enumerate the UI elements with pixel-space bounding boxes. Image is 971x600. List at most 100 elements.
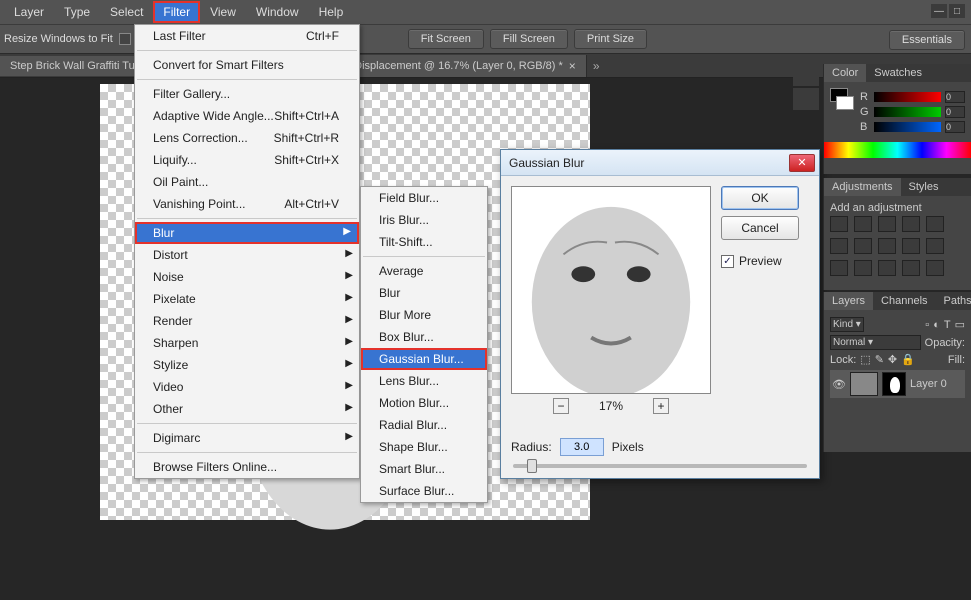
red-slider[interactable] xyxy=(874,92,941,102)
submenu-smart-blur[interactable]: Smart Blur... xyxy=(361,458,487,480)
submenu-blur-more[interactable]: Blur More xyxy=(361,304,487,326)
menu-item-lens-correction[interactable]: Lens Correction...Shift+Ctrl+R xyxy=(135,127,359,149)
adjustment-icon[interactable] xyxy=(878,216,896,232)
tab-paths[interactable]: Paths xyxy=(936,292,971,310)
adjustment-icon[interactable] xyxy=(926,216,944,232)
submenu-field-blur[interactable]: Field Blur... xyxy=(361,187,487,209)
adjustment-icon[interactable] xyxy=(854,260,872,276)
layer-mask-thumb[interactable] xyxy=(882,372,906,396)
adjustment-icon[interactable] xyxy=(902,216,920,232)
workspace-switcher[interactable]: Essentials xyxy=(889,30,965,50)
submenu-shape-blur[interactable]: Shape Blur... xyxy=(361,436,487,458)
layer-filter-icon[interactable]: ▭ xyxy=(955,318,965,331)
color-spectrum[interactable] xyxy=(824,142,971,158)
layer-filter-icon[interactable]: T xyxy=(944,319,951,331)
menu-window[interactable]: Window xyxy=(246,1,309,23)
adjustment-icon[interactable] xyxy=(926,260,944,276)
print-size-button[interactable]: Print Size xyxy=(574,29,647,49)
adjustment-icon[interactable] xyxy=(854,238,872,254)
submenu-motion-blur[interactable]: Motion Blur... xyxy=(361,392,487,414)
menu-item-other[interactable]: Other▶ xyxy=(135,398,359,420)
layer-name[interactable]: Layer 0 xyxy=(910,378,947,390)
tabs-overflow-icon[interactable]: » xyxy=(587,59,606,73)
lock-icon[interactable]: ✎ xyxy=(875,353,884,366)
submenu-iris-blur[interactable]: Iris Blur... xyxy=(361,209,487,231)
submenu-blur[interactable]: Blur xyxy=(361,282,487,304)
radius-input[interactable] xyxy=(560,438,604,456)
tab-adjustments[interactable]: Adjustments xyxy=(824,178,901,196)
menu-layer[interactable]: Layer xyxy=(4,1,54,23)
menu-item-vanishing-point[interactable]: Vanishing Point...Alt+Ctrl+V xyxy=(135,193,359,215)
adjustment-icon[interactable] xyxy=(830,238,848,254)
adjustment-icon[interactable] xyxy=(902,260,920,276)
document-tab-2[interactable]: Displacement @ 16.7% (Layer 0, RGB/8) *× xyxy=(344,55,587,77)
submenu-average[interactable]: Average xyxy=(361,260,487,282)
menu-item-last-filter[interactable]: Last FilterCtrl+F xyxy=(135,25,359,47)
tab-layers[interactable]: Layers xyxy=(824,292,873,310)
menu-item-blur[interactable]: Blur▶ xyxy=(135,222,359,244)
menu-item-digimarc[interactable]: Digimarc▶ xyxy=(135,427,359,449)
menu-item-filter-gallery[interactable]: Filter Gallery... xyxy=(135,83,359,105)
restore-icon[interactable]: □ xyxy=(949,4,965,18)
submenu-lens-blur[interactable]: Lens Blur... xyxy=(361,370,487,392)
radius-slider[interactable] xyxy=(513,464,807,468)
menu-item-stylize[interactable]: Stylize▶ xyxy=(135,354,359,376)
preview-area[interactable] xyxy=(511,186,711,394)
cancel-button[interactable]: Cancel xyxy=(721,216,799,240)
menu-item-pixelate[interactable]: Pixelate▶ xyxy=(135,288,359,310)
submenu-gaussian-blur[interactable]: Gaussian Blur... xyxy=(361,348,487,370)
dialog-close-button[interactable]: ✕ xyxy=(789,154,815,172)
zoom-in-button[interactable]: + xyxy=(653,398,669,414)
submenu-tilt-shift[interactable]: Tilt-Shift... xyxy=(361,231,487,253)
layer-thumb[interactable] xyxy=(850,372,878,396)
tab-color[interactable]: Color xyxy=(824,64,866,82)
adjustment-icon[interactable] xyxy=(902,238,920,254)
menu-item-sharpen[interactable]: Sharpen▶ xyxy=(135,332,359,354)
layer-filter-icon[interactable]: ◐ xyxy=(933,319,940,331)
layer-filter-kind[interactable]: Kind ▾ xyxy=(830,317,864,332)
zoom-checkbox[interactable] xyxy=(119,33,131,45)
adjustment-icon[interactable] xyxy=(926,238,944,254)
menu-type[interactable]: Type xyxy=(54,1,100,23)
zoom-out-button[interactable]: − xyxy=(553,398,569,414)
layer-filter-icon[interactable]: ▫ xyxy=(925,319,929,331)
dialog-titlebar[interactable]: Gaussian Blur ✕ xyxy=(501,150,819,176)
menu-item-video[interactable]: Video▶ xyxy=(135,376,359,398)
adjustment-icon[interactable] xyxy=(830,260,848,276)
lock-icon[interactable]: ✥ xyxy=(888,353,897,366)
menu-select[interactable]: Select xyxy=(100,1,153,23)
menu-item-liquify[interactable]: Liquify...Shift+Ctrl+X xyxy=(135,149,359,171)
green-slider[interactable] xyxy=(874,107,941,117)
ok-button[interactable]: OK xyxy=(721,186,799,210)
lock-icon[interactable]: 🔒 xyxy=(901,353,915,366)
tab-swatches[interactable]: Swatches xyxy=(866,64,930,82)
menu-view[interactable]: View xyxy=(200,1,246,23)
blue-slider[interactable] xyxy=(874,122,941,132)
visibility-icon[interactable]: 👁 xyxy=(832,378,846,391)
slider-thumb[interactable] xyxy=(527,459,537,473)
preview-checkbox[interactable] xyxy=(721,255,734,268)
menu-help[interactable]: Help xyxy=(309,1,354,23)
submenu-surface-blur[interactable]: Surface Blur... xyxy=(361,480,487,502)
lock-icon[interactable]: ⬚ xyxy=(860,353,870,366)
tab-channels[interactable]: Channels xyxy=(873,292,935,310)
menu-filter[interactable]: Filter xyxy=(153,1,200,23)
menu-item-oil-paint[interactable]: Oil Paint... xyxy=(135,171,359,193)
fit-screen-button[interactable]: Fit Screen xyxy=(408,29,484,49)
minimize-icon[interactable]: — xyxy=(931,4,947,18)
adjustment-icon[interactable] xyxy=(854,216,872,232)
menu-item-render[interactable]: Render▶ xyxy=(135,310,359,332)
layer-row[interactable]: 👁 Layer 0 xyxy=(830,370,965,398)
adjustment-icon[interactable] xyxy=(830,216,848,232)
close-icon[interactable]: × xyxy=(569,59,576,73)
menu-item-convert-smart[interactable]: Convert for Smart Filters xyxy=(135,54,359,76)
menu-item-distort[interactable]: Distort▶ xyxy=(135,244,359,266)
panel-icon[interactable] xyxy=(793,88,819,110)
menu-item-adaptive-wide-angle[interactable]: Adaptive Wide Angle...Shift+Ctrl+A xyxy=(135,105,359,127)
fg-bg-swatch[interactable] xyxy=(830,88,854,132)
adjustment-icon[interactable] xyxy=(878,238,896,254)
submenu-box-blur[interactable]: Box Blur... xyxy=(361,326,487,348)
menu-item-noise[interactable]: Noise▶ xyxy=(135,266,359,288)
menu-item-browse-filters[interactable]: Browse Filters Online... xyxy=(135,456,359,478)
fill-screen-button[interactable]: Fill Screen xyxy=(490,29,568,49)
